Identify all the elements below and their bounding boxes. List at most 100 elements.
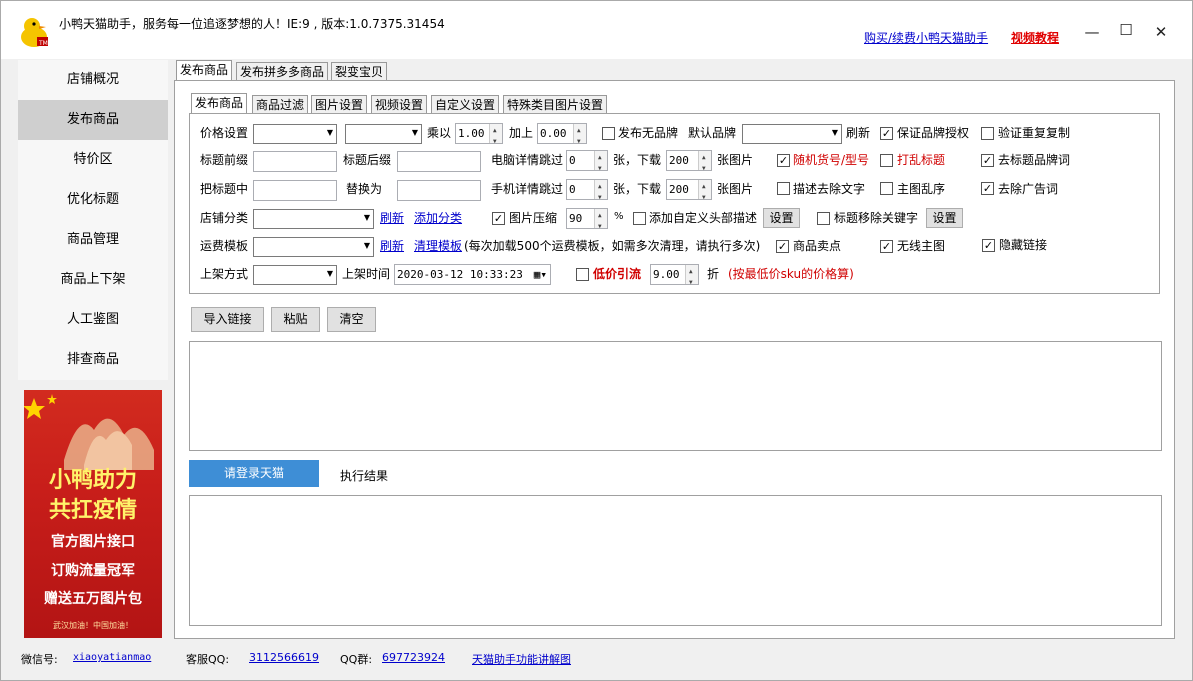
remove-ad-words-checkbox[interactable]: ✓ — [981, 182, 994, 195]
tab-fission-product[interactable]: 裂变宝贝 — [331, 62, 388, 82]
title-replace-input[interactable] — [253, 180, 337, 201]
minimize-icon[interactable]: — — [1080, 23, 1104, 43]
qq-group-value[interactable]: 697723924 — [382, 651, 445, 664]
wechat-value[interactable]: xiaoyatianmao — [73, 652, 151, 663]
selling-point-checkbox[interactable]: ✓ — [776, 240, 789, 253]
listing-method-select[interactable] — [253, 265, 337, 285]
verify-dup-checkbox[interactable] — [981, 127, 994, 140]
discount-value: 9.00 — [653, 268, 680, 281]
title-remove-kw-label: 标题移除关键字 — [834, 211, 919, 225]
title-prefix-input[interactable] — [253, 151, 337, 172]
img-compress-checkbox[interactable]: ✓ — [492, 212, 505, 225]
desc-remove-text-checkbox[interactable] — [777, 182, 790, 195]
calendar-icon[interactable]: ▦▾ — [534, 265, 547, 284]
no-brand-label: 发布无品牌 — [618, 126, 679, 140]
subtab-filter[interactable]: 商品过滤 — [252, 95, 309, 115]
custom-header-checkbox[interactable] — [633, 212, 646, 225]
sidebar-item-listing[interactable]: 商品上下架 — [18, 260, 168, 300]
maximize-icon[interactable]: ☐ — [1114, 21, 1138, 41]
tab-publish-pdd[interactable]: 发布拼多多商品 — [236, 62, 329, 82]
feature-guide-link[interactable]: 天猫助手功能讲解图 — [472, 651, 571, 667]
result-log[interactable] — [189, 495, 1162, 626]
wechat-label: 微信号: — [21, 653, 58, 666]
pc-skip-stepper[interactable]: 0 — [566, 148, 608, 178]
promo-banner[interactable]: 小鸭助力 共扛疫情 官方图片接口 订购流量冠军 赠送五万图片包 武汉加油！中国加… — [24, 390, 162, 638]
title-prefix-label: 标题前缀 — [200, 153, 249, 167]
subtab-custom-settings[interactable]: 自定义设置 — [431, 95, 500, 115]
qq-group-label: QQ群: — [340, 653, 373, 666]
random-sku-checkbox[interactable]: ✓ — [777, 154, 790, 167]
banner-line6: 武汉加油！中国加油！ — [53, 621, 133, 630]
listing-method-label: 上架方式 — [200, 267, 249, 281]
sidebar-item-manual-image-check[interactable]: 人工鉴图 — [18, 300, 168, 340]
subtab-video-settings[interactable]: 视频设置 — [371, 95, 428, 115]
verify-dup-label: 验证重复复制 — [998, 126, 1071, 140]
tab-publish-product[interactable]: 发布商品 — [176, 60, 233, 81]
video-tutorial-link[interactable]: 视频教程 — [1011, 29, 1059, 46]
add-category-link[interactable]: 添加分类 — [414, 208, 462, 228]
listing-time-picker[interactable]: 2020-03-12 10:33:23 ▦▾ — [394, 264, 551, 285]
shuffle-title-checkbox[interactable] — [880, 154, 893, 167]
sidebar-item-product-manage[interactable]: 商品管理 — [18, 220, 168, 260]
refresh-freight-link[interactable]: 刷新 — [380, 236, 404, 256]
login-tmall-button[interactable]: 请登录天猫 — [189, 460, 319, 487]
pc-download-stepper[interactable]: 200 — [666, 148, 712, 178]
subtab-special-category[interactable]: 特殊类目图片设置 — [503, 95, 608, 115]
main-img-shuffle-checkbox[interactable] — [880, 182, 893, 195]
multiply-stepper[interactable]: 1.00 — [455, 121, 503, 151]
remove-brand-checkbox[interactable]: ✓ — [981, 154, 994, 167]
title-remove-kw-checkbox[interactable] — [817, 212, 830, 225]
guarantee-brand-checkbox[interactable]: ✓ — [880, 127, 893, 140]
multiply-label: 乘以 — [427, 126, 452, 140]
freight-template-select[interactable] — [253, 237, 374, 257]
banner-line2: 共扛疫情 — [48, 498, 137, 523]
clear-button[interactable]: 清空 — [327, 307, 376, 332]
hide-link-label: 隐藏链接 — [999, 238, 1048, 252]
low-price-checkbox[interactable] — [576, 268, 589, 281]
sidebar-item-publish-product[interactable]: 发布商品 — [18, 100, 168, 140]
default-brand-select[interactable] — [742, 124, 842, 144]
banner-line5: 赠送五万图片包 — [44, 591, 142, 607]
title-remove-kw-settings-button[interactable]: 设置 — [926, 208, 963, 228]
paste-button[interactable]: 粘贴 — [271, 307, 320, 332]
selling-point-label: 商品卖点 — [793, 239, 842, 253]
mobile-skip-stepper[interactable]: 0 — [566, 177, 608, 207]
custom-header-settings-button[interactable]: 设置 — [763, 208, 800, 228]
shuffle-title-label: 打乱标题 — [897, 153, 946, 167]
random-sku-label: 随机货号/型号 — [793, 153, 870, 167]
refresh-brand-label[interactable]: 刷新 — [846, 123, 870, 143]
sidebar-item-optimize-title[interactable]: 优化标题 — [18, 180, 168, 220]
refresh-category-link[interactable]: 刷新 — [380, 208, 404, 228]
img-compress-label: 图片压缩 — [509, 211, 558, 225]
qq-value[interactable]: 3112566619 — [249, 651, 319, 664]
replace-with-input[interactable] — [397, 180, 481, 201]
no-wire-main-checkbox[interactable]: ✓ — [880, 240, 893, 253]
discount-stepper[interactable]: 9.00 — [650, 262, 699, 292]
add-stepper[interactable]: 0.00 — [537, 121, 587, 151]
no-brand-checkbox[interactable] — [602, 127, 615, 140]
price-source-select[interactable] — [345, 124, 422, 144]
pc-skip-value: 0 — [569, 154, 576, 167]
mobile-download-stepper[interactable]: 200 — [666, 177, 712, 207]
sidebar-item-special-price[interactable]: 特价区 — [18, 140, 168, 180]
shop-category-select[interactable] — [253, 209, 374, 229]
multiply-value: 1.00 — [458, 127, 485, 140]
close-icon[interactable]: ✕ — [1149, 23, 1173, 43]
banner-line4: 订购流量冠军 — [51, 563, 135, 579]
hide-link-checkbox[interactable]: ✓ — [982, 239, 995, 252]
sidebar-item-shop-overview[interactable]: 店铺概况 — [18, 60, 168, 100]
buy-renew-link[interactable]: 购买/续费小鸭天猫助手 — [864, 29, 988, 46]
title-suffix-input[interactable] — [397, 151, 481, 172]
result-tab[interactable]: 执行结果 — [340, 467, 388, 484]
subtab-publish[interactable]: 发布商品 — [191, 93, 248, 114]
img-compress-stepper[interactable]: 90 — [566, 206, 608, 236]
add-label: 加上 — [509, 126, 534, 140]
subtab-image-settings[interactable]: 图片设置 — [311, 95, 368, 115]
title-bar: TM 小鸭天猫助手，服务每一位追逐梦想的人！IE:9 , 版本:1.0.7375… — [1, 1, 1192, 59]
clear-template-link[interactable]: 清理模板 — [414, 236, 462, 256]
import-links-button[interactable]: 导入链接 — [191, 307, 264, 332]
sidebar-item-inspect-product[interactable]: 排查商品 — [18, 340, 168, 380]
links-textarea[interactable] — [189, 341, 1162, 451]
percent-label: % — [614, 211, 624, 222]
price-mode-select[interactable] — [253, 124, 337, 144]
